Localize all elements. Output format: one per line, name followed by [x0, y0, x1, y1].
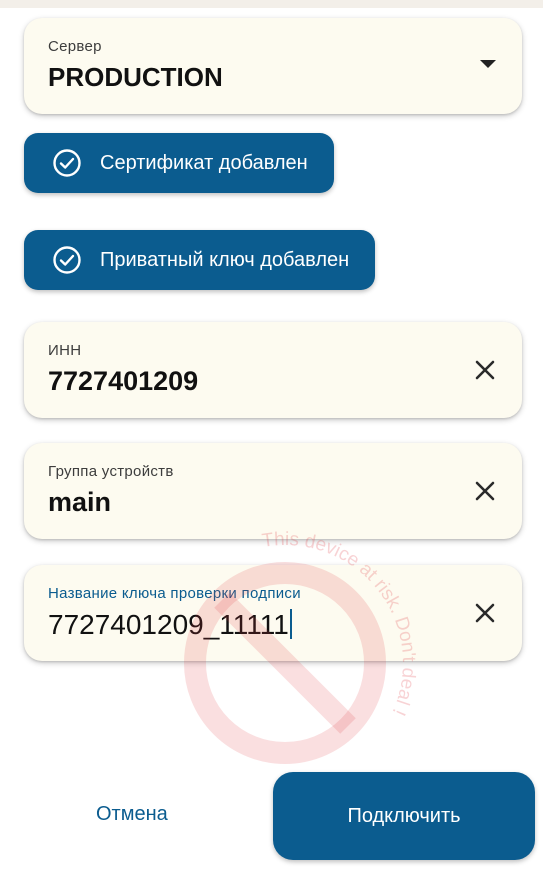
check-circle-icon	[53, 246, 81, 274]
device-group-value: main	[48, 487, 112, 517]
device-group-field[interactable]: Группа устройств main	[24, 443, 522, 539]
cancel-button[interactable]: Отмена	[96, 803, 168, 826]
private-key-added-chip[interactable]: Приватный ключ добавлен	[24, 230, 376, 290]
certificate-chip-label: Сертификат добавлен	[100, 151, 308, 174]
server-value: PRODUCTION	[48, 62, 223, 92]
key-name-field[interactable]: Название ключа проверки подписи 77274012…	[24, 565, 522, 661]
server-select[interactable]: Сервер PRODUCTION	[24, 18, 522, 114]
clear-icon[interactable]	[472, 478, 498, 504]
clear-icon[interactable]	[472, 600, 498, 626]
key-name-label: Название ключа проверки подписи	[48, 585, 301, 602]
device-group-label: Группа устройств	[48, 463, 174, 480]
certificate-added-chip[interactable]: Сертификат добавлен	[24, 133, 334, 193]
server-label: Сервер	[48, 38, 102, 55]
inn-field[interactable]: ИНН 7727401209	[24, 322, 522, 418]
connect-button-label: Подключить	[347, 804, 461, 827]
check-circle-icon	[53, 149, 81, 177]
status-bar-remnant	[0, 0, 543, 8]
text-cursor	[289, 609, 292, 639]
connect-button[interactable]: Подключить	[273, 772, 535, 860]
inn-value: 7727401209	[48, 366, 199, 396]
dropdown-arrow-icon[interactable]	[480, 60, 496, 68]
key-name-input[interactable]: 7727401209_11111	[48, 609, 292, 641]
inn-label: ИНН	[48, 342, 82, 359]
key-name-value: 7727401209_11111	[48, 609, 289, 640]
clear-icon[interactable]	[472, 357, 498, 383]
private-key-chip-label: Приватный ключ добавлен	[100, 248, 350, 271]
